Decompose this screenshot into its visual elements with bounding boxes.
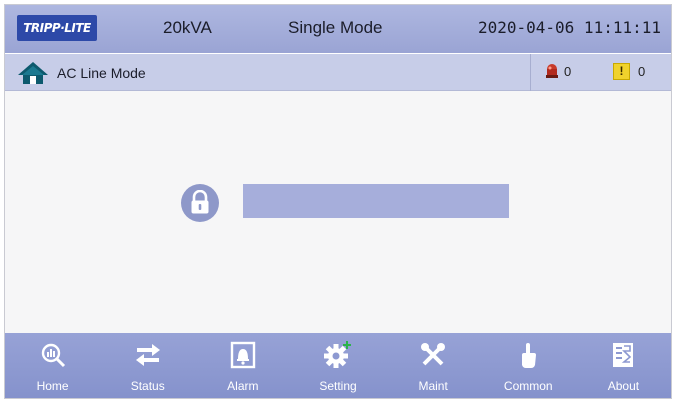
logo-text: TRIPP·LITE <box>23 21 91 35</box>
nav-status[interactable]: Status <box>100 333 195 398</box>
nav-maint[interactable]: Maint <box>386 333 481 398</box>
bottom-nav: Home Status Alarm Setting Maint Common A… <box>5 333 671 398</box>
gear-plus-icon <box>323 341 351 368</box>
lock-icon <box>181 184 219 222</box>
top-header: TRIPP·LITE 20kVA Single Mode 2020-04-06 … <box>5 5 671 53</box>
nav-home[interactable]: Home <box>5 333 100 398</box>
warning-indicator[interactable]: ! 0 <box>613 63 645 80</box>
document-icon <box>613 343 634 367</box>
brand-logo: TRIPP·LITE <box>17 15 97 41</box>
nav-alarm-label: Alarm <box>227 379 259 393</box>
nav-about-label: About <box>607 379 640 393</box>
status-subheader: AC Line Mode 0 ! 0 <box>5 53 671 91</box>
swap-arrows-icon <box>135 344 160 366</box>
model-label: 20kVA <box>163 18 212 37</box>
nav-common[interactable]: Common <box>481 333 576 398</box>
password-input[interactable] <box>243 184 509 218</box>
warning-symbol: ! <box>619 64 624 78</box>
home-icon[interactable] <box>17 61 49 85</box>
warning-icon: ! <box>613 63 630 80</box>
system-mode-title: AC Line Mode <box>57 65 146 81</box>
nav-home-label: Home <box>36 379 69 393</box>
pointer-hand-icon <box>522 343 537 368</box>
fault-count: 0 <box>564 63 572 79</box>
divider <box>530 54 531 91</box>
datetime-display: 2020-04-06 11:11:11 <box>477 18 661 37</box>
ups-screen: TRIPP·LITE 20kVA Single Mode 2020-04-06 … <box>4 4 672 399</box>
nav-setting-label: Setting <box>319 379 357 393</box>
nav-common-label: Common <box>503 379 553 393</box>
nav-status-label: Status <box>130 379 165 393</box>
bell-icon <box>230 341 256 369</box>
fault-indicator[interactable]: 0 <box>545 63 571 79</box>
warning-count: 0 <box>638 64 646 79</box>
nav-about[interactable]: About <box>576 333 671 398</box>
nav-maint-label: Maint <box>418 379 448 393</box>
operating-mode-label: Single Mode <box>288 18 383 37</box>
fault-alarm-icon <box>546 64 558 78</box>
tools-icon <box>421 343 446 366</box>
nav-alarm[interactable]: Alarm <box>195 333 290 398</box>
home-search-icon <box>41 343 65 368</box>
nav-setting[interactable]: Setting <box>290 333 385 398</box>
